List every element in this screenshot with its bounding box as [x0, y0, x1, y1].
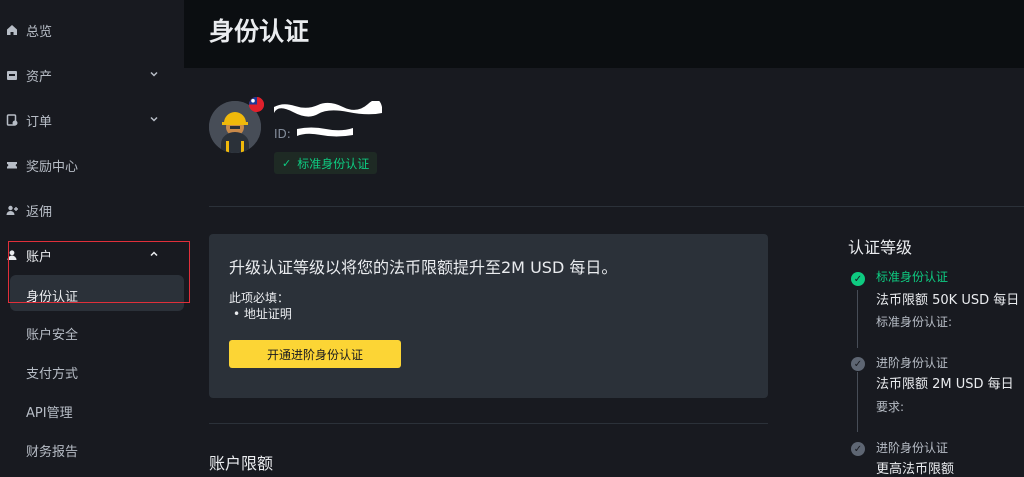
page-title: 身份认证: [209, 17, 310, 46]
check-icon: ✓: [282, 156, 292, 170]
sidebar-item-referral[interactable]: 返佣: [0, 195, 184, 225]
sidebar-item-label: 返佣: [26, 204, 53, 220]
level-name: 进阶身份认证: [876, 356, 949, 370]
upgrade-card-title: 升级认证等级以将您的法币限额提升至2M USD 每日。: [229, 258, 618, 277]
level-name: 标准身份认证: [876, 270, 949, 284]
account-limits-title: 账户限额: [209, 454, 274, 473]
sidebar: 总览 资产 订单 奖励中心 返佣 账户 身份认证 账户安全 支付方式 API管理…: [0, 0, 190, 476]
level-limit: 更高法币限额: [876, 462, 955, 477]
level-sub: 标准身份认证:: [876, 315, 953, 329]
orders-icon: [6, 114, 18, 126]
sidebar-item-label: 资产: [26, 69, 53, 85]
verification-badge: ✓ 标准身份认证: [274, 152, 378, 174]
sidebar-subitem-payment[interactable]: 支付方式: [26, 363, 78, 382]
divider: [209, 423, 768, 424]
user-id-redacted: [296, 124, 354, 138]
badge-label: 标准身份认证: [297, 156, 370, 171]
page-header: 身份认证: [184, 0, 1024, 68]
sidebar-item-rewards[interactable]: 奖励中心: [0, 150, 184, 180]
sidebar-item-overview[interactable]: 总览: [0, 15, 184, 45]
wallet-icon: [6, 69, 18, 81]
advanced-verification-button[interactable]: 开通进阶身份认证: [229, 340, 401, 368]
required-label: 此项必填：: [229, 291, 290, 305]
divider: [209, 206, 1024, 207]
ticket-icon: [6, 159, 18, 171]
level-name: 进阶身份认证: [876, 441, 949, 455]
sidebar-item-label: 奖励中心: [26, 159, 79, 175]
check-circle-icon: ✓: [851, 442, 865, 456]
level-sub: 要求:: [876, 400, 905, 414]
taiwan-flag-icon: [249, 97, 264, 112]
sidebar-subitem-reports[interactable]: 财务报告: [26, 441, 78, 460]
check-circle-icon: ✓: [851, 357, 865, 371]
user-id-label: ID:: [274, 127, 291, 141]
level-limit: 法币限额 2M USD 每日: [876, 377, 1014, 392]
timeline-line: [857, 290, 858, 348]
sidebar-item-label: 订单: [26, 114, 53, 130]
sidebar-item-orders[interactable]: 订单: [0, 105, 184, 135]
level-limit: 法币限额 50K USD 每日: [876, 293, 1020, 308]
sidebar-item-assets[interactable]: 资产: [0, 60, 184, 90]
upgrade-card: 升级认证等级以将您的法币限额提升至2M USD 每日。 此项必填： • 地址证明…: [209, 234, 768, 398]
chevron-down-icon: [150, 71, 158, 77]
highlight-box: [8, 241, 190, 303]
chevron-down-icon: [150, 116, 158, 122]
home-icon: [6, 24, 18, 36]
required-item: • 地址证明: [233, 307, 292, 321]
sidebar-item-label: 总览: [26, 24, 53, 40]
sidebar-subitem-api[interactable]: API管理: [26, 402, 73, 421]
timeline-line: [857, 372, 858, 432]
verification-levels-title: 认证等级: [848, 238, 913, 257]
add-user-icon: [6, 204, 18, 216]
username-redacted: [273, 99, 383, 117]
check-circle-icon: ✓: [851, 272, 865, 286]
sidebar-subitem-security[interactable]: 账户安全: [26, 324, 78, 343]
